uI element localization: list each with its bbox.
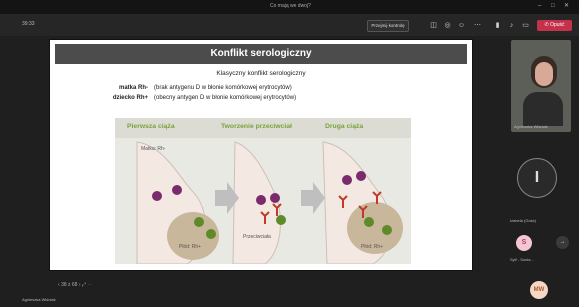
- label-fetus-second: Płód: Rh+: [361, 244, 384, 250]
- screen-icon[interactable]: ▭: [521, 21, 530, 30]
- participant-avatar-small[interactable]: S: [516, 235, 532, 251]
- take-control-button[interactable]: Przejmij kontrolę: [367, 20, 409, 32]
- reactions-icon[interactable]: ☺: [457, 21, 466, 30]
- slide-subtitle: Klasyczny konflikt serologiczny: [216, 70, 306, 77]
- call-timer: 39:33: [22, 21, 35, 27]
- leave-label: Opuść: [550, 22, 565, 28]
- page-indicator: 38 z 68: [61, 282, 78, 288]
- label-antibodies: Przeciwciała: [243, 234, 271, 240]
- info-term: matka Rh-: [118, 85, 148, 91]
- leave-button[interactable]: ✆ Opuść: [537, 20, 572, 31]
- camera-icon[interactable]: ◫: [429, 21, 438, 30]
- video-participant-name: Agnieszka Wiśniak: [514, 124, 548, 129]
- share-screen-icon[interactable]: ◎: [443, 21, 452, 30]
- phone-icon: ✆: [544, 22, 549, 28]
- chevron-right-icon[interactable]: ›: [79, 282, 81, 288]
- video-icon[interactable]: ▮: [493, 21, 502, 30]
- window-title: Co mają we dwoj?: [270, 3, 311, 9]
- info-desc: (obecny antygen D w błonie komórkowej er…: [154, 95, 297, 101]
- participant-name-small: Sylf - Sonia...: [510, 257, 534, 262]
- presenter-name: Agnieszka Wiśniak: [22, 297, 56, 302]
- info-row: matka Rh- (brak antygenu D w błonie komór…: [92, 85, 292, 91]
- pregnancy-illustration: [136, 141, 403, 264]
- person-face: [535, 62, 553, 86]
- maximize-icon[interactable]: □: [551, 2, 555, 10]
- info-row: dziecko Rh+ (obecny antygen D w błonie ko…: [92, 95, 296, 101]
- label-fetus-first: Płód: Rh+: [179, 244, 202, 250]
- participant-name-large: Izabela (Gość): [510, 218, 537, 223]
- chevron-left-icon[interactable]: ‹: [58, 282, 60, 288]
- participant-avatar-bottom[interactable]: MW: [530, 281, 548, 299]
- window-titlebar: Co mają we dwoj? – □ ✕: [0, 0, 579, 14]
- more-options-icon[interactable]: ⋯: [473, 21, 482, 30]
- mic-icon[interactable]: ♪: [507, 21, 516, 30]
- minimize-icon[interactable]: –: [538, 2, 541, 10]
- participant-avatar-large[interactable]: I: [517, 158, 557, 198]
- info-desc: (brak antygenu D w błonie komórkowej ery…: [154, 85, 292, 91]
- rh-conflict-figure: Pierwsza ciąża Tworzenie przeciwciał Dru…: [115, 118, 411, 264]
- label-mother-rh: Matka: Rh-: [141, 146, 166, 152]
- person-body: [523, 92, 563, 126]
- close-icon[interactable]: ✕: [564, 2, 569, 10]
- shared-slide: Konflikt serologiczny Klasyczny konflikt…: [50, 40, 472, 270]
- expand-icon[interactable]: ⤢: [82, 282, 86, 288]
- slide-navigation: ‹ 38 z 68 › ⤢ ⋯: [58, 282, 92, 288]
- meeting-toolbar: 39:33 Przejmij kontrolę ◫ ◎ ☺ ⋯ ▮ ♪ ▭ ✆ …: [0, 14, 579, 36]
- info-term: dziecko Rh+: [112, 95, 148, 101]
- participant-video[interactable]: Agnieszka Wiśniak: [511, 40, 571, 132]
- more-icon[interactable]: ⋯: [87, 282, 92, 288]
- arrow-right-icon[interactable]: →: [556, 236, 569, 249]
- slide-title: Konflikt serologiczny: [55, 44, 467, 64]
